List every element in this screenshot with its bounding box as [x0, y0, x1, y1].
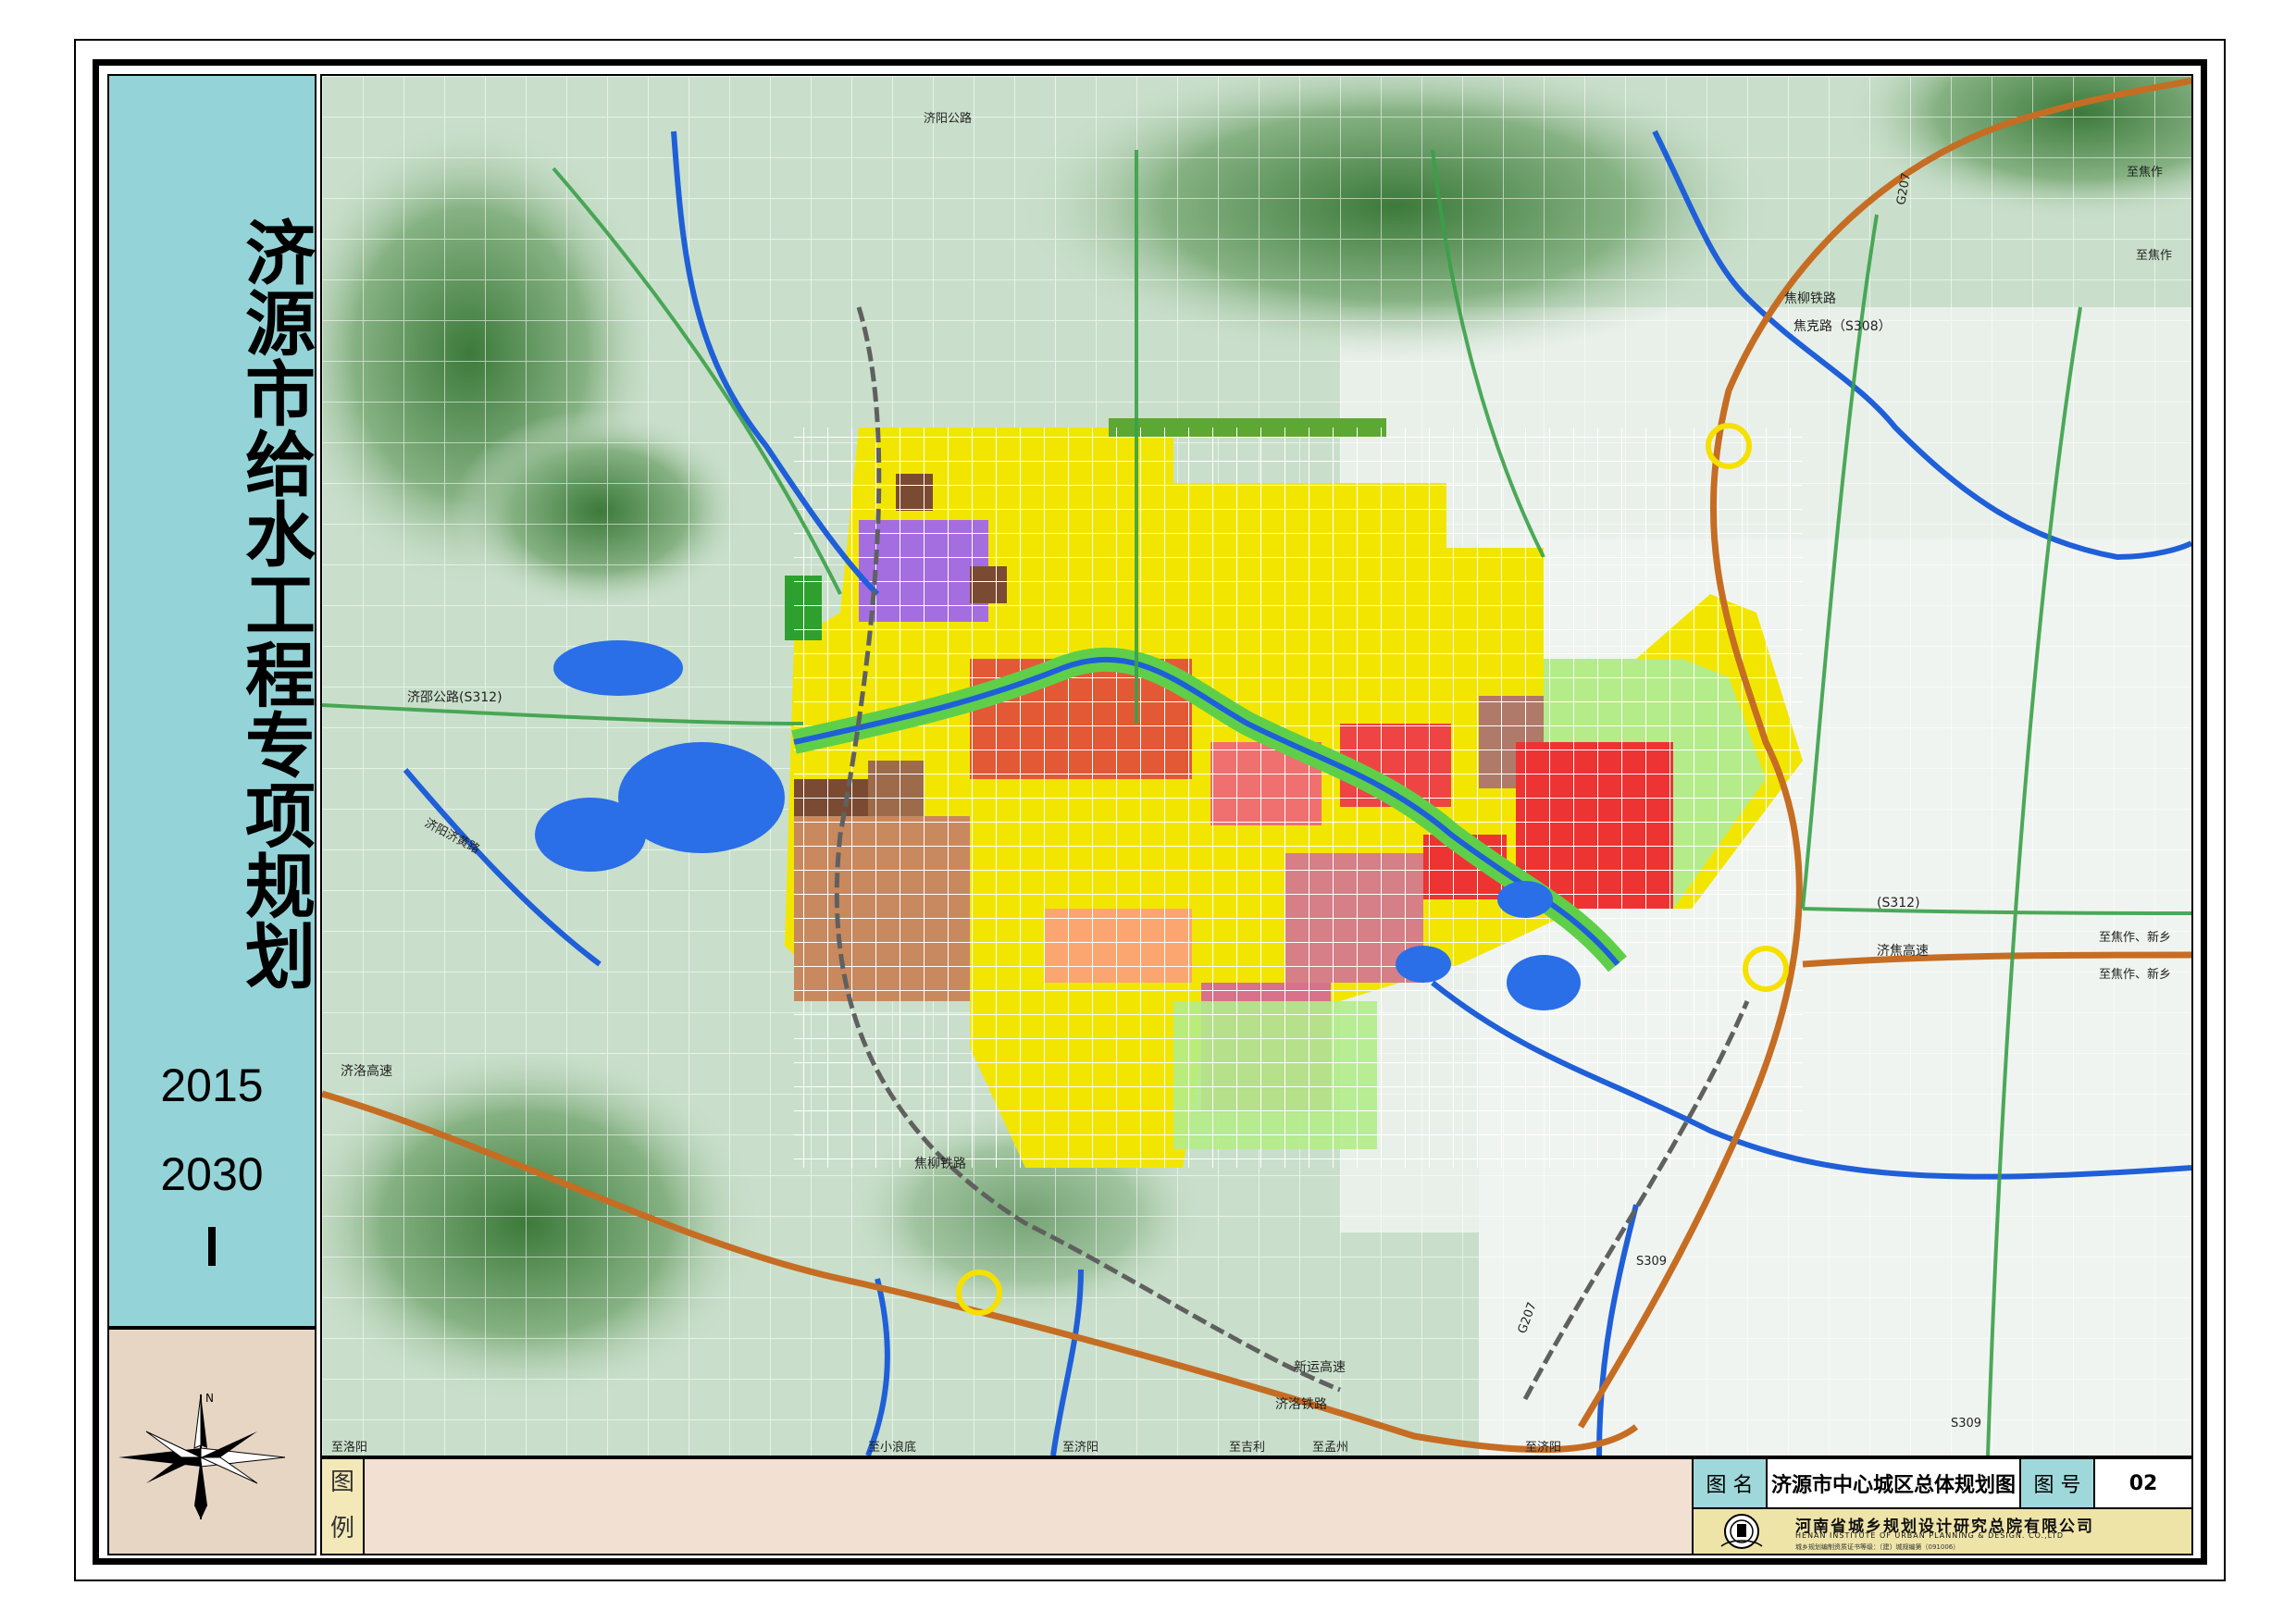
label-to-jiaozuo-1: 至焦作、新乡: [2099, 930, 2171, 945]
label-s309-2: S309: [1951, 1417, 1981, 1431]
label-to-jiyang-s: 至济阳: [1525, 1441, 1561, 1455]
company-license: 城乡规划编制资质证书等级：〔建〕城规编第（091006）: [1795, 1543, 1960, 1551]
label-expressway-east: 济焦高速: [1877, 943, 1929, 959]
label-s309: S309: [1636, 1255, 1667, 1269]
year-separator: [208, 1227, 216, 1266]
label-north-road: 济阳公路: [924, 111, 972, 126]
legend-label-char-2: 例: [329, 1515, 354, 1542]
title-panel: 济源市给水工程专项规划 2015 2030: [107, 74, 316, 1328]
year-end: 2030: [160, 1148, 264, 1200]
label-to-xiaolangdi: 至小浪底: [868, 1440, 916, 1455]
label-to-jili: 至吉利: [1229, 1441, 1265, 1455]
legend-label-char-1: 图: [329, 1468, 354, 1496]
label-to-jiyang: 至济阳: [1062, 1441, 1098, 1455]
map-name-label: 图 名: [1694, 1459, 1768, 1509]
city-plan-map: 济邵公路(S312) (S312) 至焦作、新乡 至焦作、新乡 济焦高速 济洛高…: [322, 76, 2191, 1456]
label-jiluo-railway: 济洛铁路: [1275, 1397, 1327, 1412]
label-to-jiaozuo-ne2: 至焦作: [2136, 249, 2172, 263]
north-label: N: [205, 1392, 214, 1405]
label-to-jiaozuo-2: 至焦作、新乡: [2099, 967, 2171, 982]
map-area[interactable]: 济邵公路(S312) (S312) 至焦作、新乡 至焦作、新乡 济焦高速 济洛高…: [320, 74, 2193, 1457]
label-s308: 焦克路（S308）: [1793, 319, 1892, 334]
map-number-label: 图 号: [2021, 1459, 2095, 1509]
compass-panel: N: [107, 1328, 316, 1555]
label-to-mengzhou: 至孟州: [1312, 1441, 1348, 1455]
label-s312-east: (S312): [1877, 896, 1920, 911]
legend-label: 图 例: [322, 1459, 365, 1554]
label-xinyuan-expressway: 新运高速: [1294, 1359, 1346, 1375]
label-to-luoyang: 至洛阳: [331, 1441, 367, 1455]
label-s312: 济邵公路(S312): [407, 690, 503, 705]
title-block: 图 名 济源市中心城区总体规划图 图 号 02 河南省城乡规划设计研究总院有限公…: [1692, 1457, 2193, 1555]
company-name-en: HENAN INSTITUTE OF URBAN PLANNING & DESI…: [1795, 1531, 2065, 1540]
north-arrow-icon: N: [118, 1392, 286, 1519]
company-block: 河南省城乡规划设计研究总院有限公司 HENAN INSTITUTE OF URB…: [1694, 1509, 2191, 1554]
year-start: 2015: [160, 1059, 264, 1111]
company-logo-icon: [1720, 1514, 1763, 1549]
label-to-jiaozuo-ne: 至焦作: [2127, 166, 2163, 180]
label-railway-north: 焦柳铁路: [1784, 291, 1836, 306]
map-title: 济源市给水工程专项规划: [233, 217, 316, 990]
map-number: 02: [2095, 1459, 2191, 1509]
map-name: 济源市中心城区总体规划图: [1768, 1459, 2021, 1509]
label-expressway-west: 济洛高速: [341, 1063, 392, 1079]
label-railway-south: 焦柳铁路: [914, 1156, 966, 1171]
